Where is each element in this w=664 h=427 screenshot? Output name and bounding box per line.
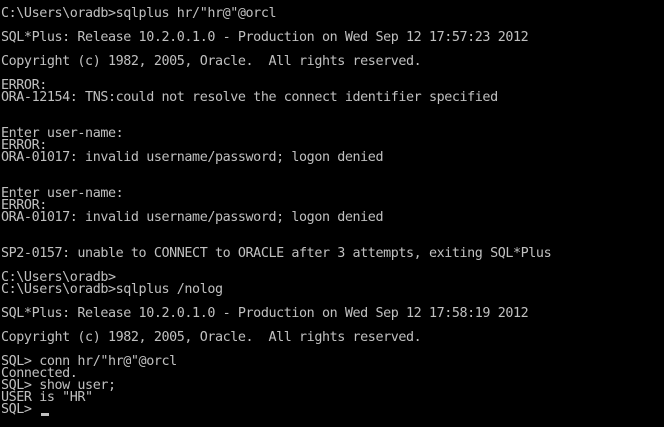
console-line-ora-01017: ORA-01017: invalid username/password; lo… bbox=[1, 150, 384, 165]
console-line-copyright: Copyright (c) 1982, 2005, Oracle. All ri… bbox=[1, 330, 422, 345]
console-line-ora-01017: ORA-01017: invalid username/password; lo… bbox=[1, 210, 384, 225]
console-line-copyright: Copyright (c) 1982, 2005, Oracle. All ri… bbox=[1, 54, 422, 69]
console-line-ora-12154: ORA-12154: TNS:could not resolve the con… bbox=[1, 90, 498, 105]
console-line-sql-prompt-active[interactable]: SQL> bbox=[1, 403, 39, 416]
console-line-command-sqlplus-login: C:\Users\oradb>sqlplus hr/"hr@"@orcl bbox=[1, 6, 277, 21]
console-line-sqlplus-banner: SQL*Plus: Release 10.2.0.1.0 - Productio… bbox=[1, 306, 529, 321]
text-cursor bbox=[41, 413, 49, 416]
console-line-sqlplus-banner: SQL*Plus: Release 10.2.0.1.0 - Productio… bbox=[1, 30, 529, 45]
console-window[interactable]: C:\Users\oradb>sqlplus hr/"hr@"@orcl SQL… bbox=[0, 0, 664, 427]
console-line-command-sqlplus-nolog: C:\Users\oradb>sqlplus /nolog bbox=[1, 282, 223, 297]
console-line-sp2-0157: SP2-0157: unable to CONNECT to ORACLE af… bbox=[1, 246, 552, 261]
